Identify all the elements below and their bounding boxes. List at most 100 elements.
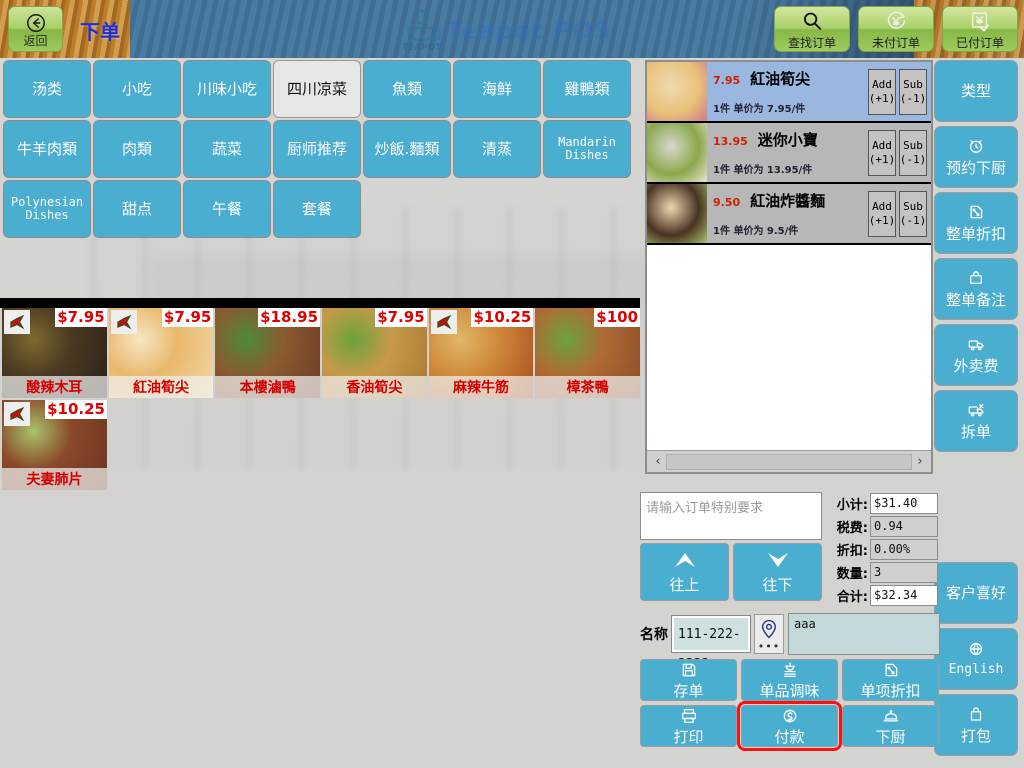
category-button-10[interactable]: 厨师推荐 bbox=[273, 120, 361, 178]
order-item-sub-button[interactable]: Sub (-1) bbox=[899, 190, 927, 237]
sidebar-button-label: 整单折扣 bbox=[945, 225, 1006, 244]
order-item-sub-button[interactable]: Sub (-1) bbox=[899, 129, 927, 176]
category-button-15[interactable]: 甜点 bbox=[93, 180, 181, 238]
scroll-down-label: 往下 bbox=[762, 575, 793, 594]
action-button-5[interactable]: 下厨 bbox=[842, 705, 939, 747]
category-button-1[interactable]: 小吃 bbox=[93, 60, 181, 118]
category-button-7[interactable]: 牛羊肉類 bbox=[3, 120, 91, 178]
total-label: 税费: bbox=[836, 520, 868, 536]
order-item-add-button[interactable]: Add (+1) bbox=[868, 68, 896, 115]
dish-tile[interactable]: $10.25 夫妻肺片 bbox=[2, 400, 107, 490]
sidebar-button-4[interactable]: 外卖费 bbox=[934, 324, 1018, 386]
address-picker-button[interactable]: ••• bbox=[754, 614, 784, 654]
order-item-row[interactable]: 13.95 迷你小寶 1件 单价为 13.95/件 Add (+1) Sub (-1) bbox=[647, 123, 931, 184]
action-button-label: 打印 bbox=[673, 727, 704, 746]
scroll-left-arrow-icon[interactable]: ‹ bbox=[650, 454, 666, 469]
dish-price: $10.25 bbox=[45, 400, 107, 419]
order-item-info: 13.95 迷你小寶 1件 单价为 13.95/件 bbox=[707, 123, 868, 182]
order-item-add-button[interactable]: Add (+1) bbox=[868, 129, 896, 176]
order-item-add-button[interactable]: Add (+1) bbox=[868, 190, 896, 237]
unpaid-orders-button[interactable]: 未付订单 bbox=[858, 6, 934, 52]
sidebar-button-5[interactable]: 拆单 bbox=[934, 390, 1018, 452]
order-item-thumbnail bbox=[647, 184, 707, 243]
order-item-sub-button[interactable]: Sub (-1) bbox=[899, 68, 927, 115]
category-button-9[interactable]: 蔬菜 bbox=[183, 120, 271, 178]
category-button-5[interactable]: 海鲜 bbox=[453, 60, 541, 118]
category-button-14[interactable]: Polynesian Dishes bbox=[3, 180, 91, 238]
dish-row: $10.25 夫妻肺片 bbox=[0, 400, 640, 490]
scroll-up-button[interactable]: 往上 bbox=[640, 543, 729, 601]
dish-name: 麻辣牛筋 bbox=[428, 376, 534, 398]
action-button-1[interactable]: 单品调味 bbox=[741, 659, 838, 701]
action-button-2[interactable]: 单项折扣 bbox=[842, 659, 939, 701]
order-item-detail: 1件 单价为 7.95/件 bbox=[713, 104, 806, 115]
category-button-12[interactable]: 清蒸 bbox=[453, 120, 541, 178]
scroll-down-button[interactable]: 往下 bbox=[733, 543, 822, 601]
category-button-6[interactable]: 雞鴨類 bbox=[543, 60, 631, 118]
order-item-row[interactable]: 9.50 紅油炸醬麵 1件 单价为 9.5/件 Add (+1) Sub (-1) bbox=[647, 184, 931, 245]
dish-name: 香油筍尖 bbox=[322, 376, 427, 398]
paid-orders-button[interactable]: 已付订单 bbox=[942, 6, 1018, 52]
action-button-0[interactable]: 存单 bbox=[640, 659, 737, 701]
total-label: 折扣: bbox=[836, 543, 868, 559]
sidebar-button-2[interactable]: 整单折扣 bbox=[934, 192, 1018, 254]
action-button-3[interactable]: 打印 bbox=[640, 705, 737, 747]
category-button-label: 雞鴨類 bbox=[564, 79, 610, 98]
category-row: 牛羊肉類 肉類 蔬菜 厨师推荐 炒飯.麵類 清蒸 Mandarin Dishes bbox=[0, 120, 640, 178]
address-picker-dots: ••• bbox=[757, 639, 781, 653]
category-button-11[interactable]: 炒飯.麵類 bbox=[363, 120, 451, 178]
totals-summary: 小计: $31.40 税费: 0.94 折扣: 0.00% 数量: 3 合计: $32.34 bbox=[826, 492, 938, 607]
category-button-label: 肉類 bbox=[121, 139, 152, 158]
category-button-grid: 汤类 小吃 川味小吃 四川凉菜 魚類 海鲜 雞鴨類牛羊肉類 肉類 蔬菜 厨师推荐 炒飯.麵類 清蒸 Ma… bbox=[0, 60, 640, 242]
category-button-13[interactable]: Mandarin Dishes bbox=[543, 120, 631, 178]
total-label: 数量: bbox=[836, 566, 868, 582]
unpaid-orders-label: 未付订单 bbox=[871, 35, 920, 50]
cloche-icon bbox=[881, 707, 901, 729]
dish-tile[interactable]: $100 樟茶鴨 bbox=[535, 308, 641, 398]
category-button-17[interactable]: 套餐 bbox=[273, 180, 361, 238]
dish-tile[interactable]: $7.95 紅油筍尖 bbox=[108, 308, 214, 398]
customer-phone-input[interactable]: 111-222-3333 bbox=[671, 615, 751, 672]
action-button-4[interactable]: 付款 bbox=[737, 701, 842, 751]
action-button-label: 下厨 bbox=[875, 727, 906, 746]
dish-tile[interactable]: $7.95 酸辣木耳 bbox=[2, 308, 107, 398]
category-button-8[interactable]: 肉類 bbox=[93, 120, 181, 178]
dish-tile[interactable]: $18.95 本樓滷鴨 bbox=[215, 308, 321, 398]
sidebar-bottom-button-1[interactable]: English bbox=[934, 628, 1018, 690]
add-label: Add bbox=[872, 138, 892, 152]
order-item-price: 13.95 bbox=[713, 135, 748, 148]
sidebar-bottom-button-2[interactable]: 打包 bbox=[934, 694, 1018, 756]
dish-tile[interactable]: $10.25 麻辣牛筋 bbox=[428, 308, 534, 398]
find-order-button[interactable]: 查找订单 bbox=[774, 6, 850, 52]
app-logo-text: Teapot POS bbox=[446, 15, 612, 45]
category-button-2[interactable]: 川味小吃 bbox=[183, 60, 271, 118]
page-title: 下单 bbox=[80, 20, 120, 44]
dish-grid: $7.95 酸辣木耳 $7.95 紅油筍尖 $18.95 本樓滷鴨 $7.95 香油筍尖 $10… bbox=[0, 308, 641, 498]
category-button-16[interactable]: 午餐 bbox=[183, 180, 271, 238]
sidebar-button-1[interactable]: 预约下厨 bbox=[934, 126, 1018, 188]
sidebar-button-0[interactable]: 类型 bbox=[934, 60, 1018, 122]
order-item-row[interactable]: 7.95 紅油筍尖 1件 单价为 7.95/件 Add (+1) Sub (-1) bbox=[647, 62, 931, 123]
order-horizontal-scrollbar[interactable]: ‹ › bbox=[647, 450, 931, 472]
category-button-4[interactable]: 魚類 bbox=[363, 60, 451, 118]
dish-price: $7.95 bbox=[55, 308, 107, 327]
order-footer-panel: 请输入订单特别要求 往上 往下 小计: $31.40 税费: 0.94 折扣: 0.00%… bbox=[640, 492, 940, 751]
sub-sublabel: (-1) bbox=[899, 213, 927, 227]
scroll-right-arrow-icon[interactable]: › bbox=[912, 454, 928, 469]
category-button-label: 牛羊肉類 bbox=[16, 139, 77, 158]
special-request-input[interactable]: 请输入订单特别要求 bbox=[640, 492, 822, 540]
category-button-3[interactable]: 四川凉菜 bbox=[273, 60, 361, 118]
total-label: 小计: bbox=[836, 497, 868, 513]
scrollbar-track[interactable] bbox=[666, 453, 912, 470]
customer-address-input[interactable]: aaa bbox=[788, 613, 940, 655]
dish-name: 樟茶鴨 bbox=[535, 376, 641, 398]
dish-tile[interactable]: $7.95 香油筍尖 bbox=[322, 308, 427, 398]
back-button[interactable]: 返回 bbox=[8, 6, 63, 52]
sidebar-bottom-button-0[interactable]: 客户喜好 bbox=[934, 562, 1018, 624]
category-button-label: 套餐 bbox=[301, 199, 332, 218]
truck-icon bbox=[966, 335, 986, 357]
truck-split-icon bbox=[966, 401, 986, 423]
category-button-0[interactable]: 汤类 bbox=[3, 60, 91, 118]
sidebar-button-3[interactable]: 整单备注 bbox=[934, 258, 1018, 320]
action-button-label: 付款 bbox=[774, 727, 805, 746]
